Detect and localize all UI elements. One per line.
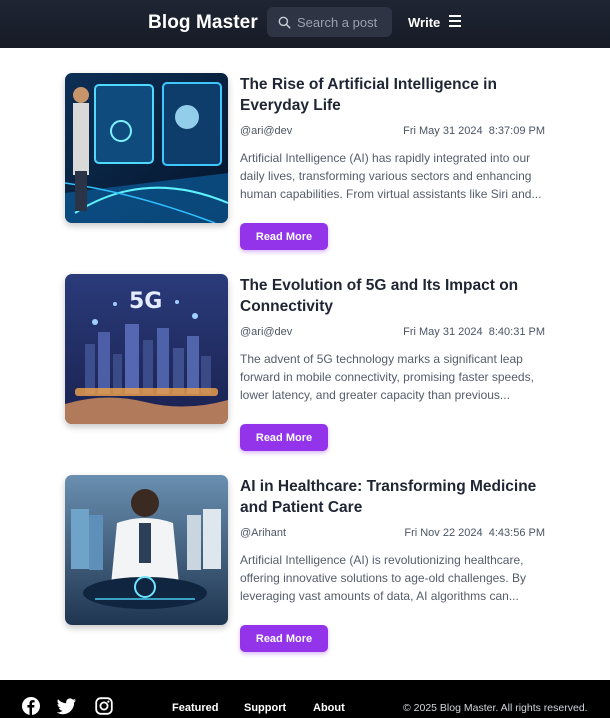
post-excerpt: The advent of 5G technology marks a sign…	[240, 352, 534, 402]
post-title[interactable]: The Evolution of 5G and Its Impact on Co…	[240, 275, 540, 317]
post-author: @Arihant	[240, 527, 287, 539]
instagram-icon[interactable]	[95, 697, 113, 715]
write-link[interactable]: Write	[408, 15, 440, 30]
post-date: Fri May 31 2024 8:40:31 PM	[403, 326, 545, 338]
search-input[interactable]	[297, 14, 387, 30]
twitter-icon[interactable]	[57, 697, 77, 715]
post-image-5g[interactable]: 5G	[65, 274, 228, 424]
menu-icon[interactable]	[449, 15, 461, 27]
post-title[interactable]: AI in Healthcare: Transforming Medicine …	[240, 476, 540, 518]
post-card: The Rise of Artificial Intelligence in E…	[65, 73, 545, 250]
read-more-button[interactable]: Read More	[240, 223, 328, 250]
post-author: @ari@dev	[240, 326, 293, 338]
post-card: 5G The Evolution of 5G and Its Impact on…	[65, 274, 545, 451]
footer-link-support[interactable]: Support	[244, 702, 286, 714]
post-date: Fri May 31 2024 8:37:09 PM	[403, 125, 545, 137]
read-more-button[interactable]: Read More	[240, 625, 328, 652]
copyright-text: © 2025 Blog Master. All rights reserved.	[403, 702, 588, 714]
top-navbar: Blog Master Write	[0, 0, 610, 48]
post-title[interactable]: The Rise of Artificial Intelligence in E…	[240, 74, 540, 116]
brand-logo[interactable]: Blog Master	[148, 12, 258, 34]
post-card: AI in Healthcare: Transforming Medicine …	[65, 475, 545, 652]
search-icon	[278, 16, 291, 28]
footer-link-about[interactable]: About	[313, 702, 345, 714]
site-footer: Featured Support About © 2025 Blog Maste…	[0, 680, 610, 718]
post-excerpt: Artificial Intelligence (AI) is revoluti…	[240, 553, 526, 603]
search-box[interactable]	[267, 7, 392, 37]
image-text-5g: 5G	[129, 289, 162, 314]
post-author: @ari@dev	[240, 125, 293, 137]
footer-link-featured[interactable]: Featured	[172, 702, 218, 714]
post-image-ai[interactable]	[65, 73, 228, 223]
facebook-icon[interactable]	[22, 697, 40, 715]
post-date: Fri Nov 22 2024 4:43:56 PM	[404, 527, 545, 539]
read-more-button[interactable]: Read More	[240, 424, 328, 451]
post-excerpt: Artificial Intelligence (AI) has rapidly…	[240, 151, 542, 201]
post-image-healthcare[interactable]	[65, 475, 228, 625]
